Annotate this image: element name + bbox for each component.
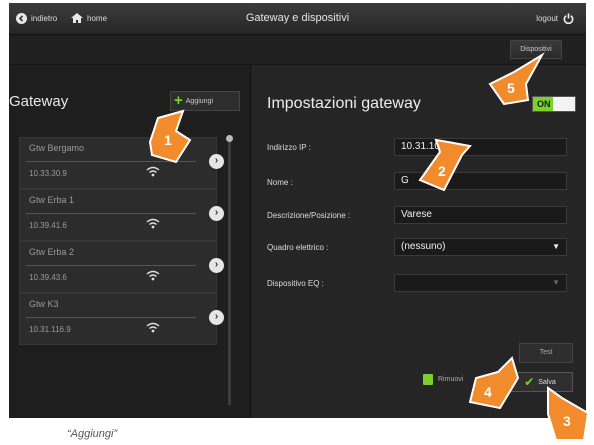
callout-overlay	[148, 52, 590, 441]
caption-text: “Aggiungi”	[67, 428, 118, 440]
callout-5	[488, 52, 545, 106]
callout-4	[468, 356, 520, 410]
